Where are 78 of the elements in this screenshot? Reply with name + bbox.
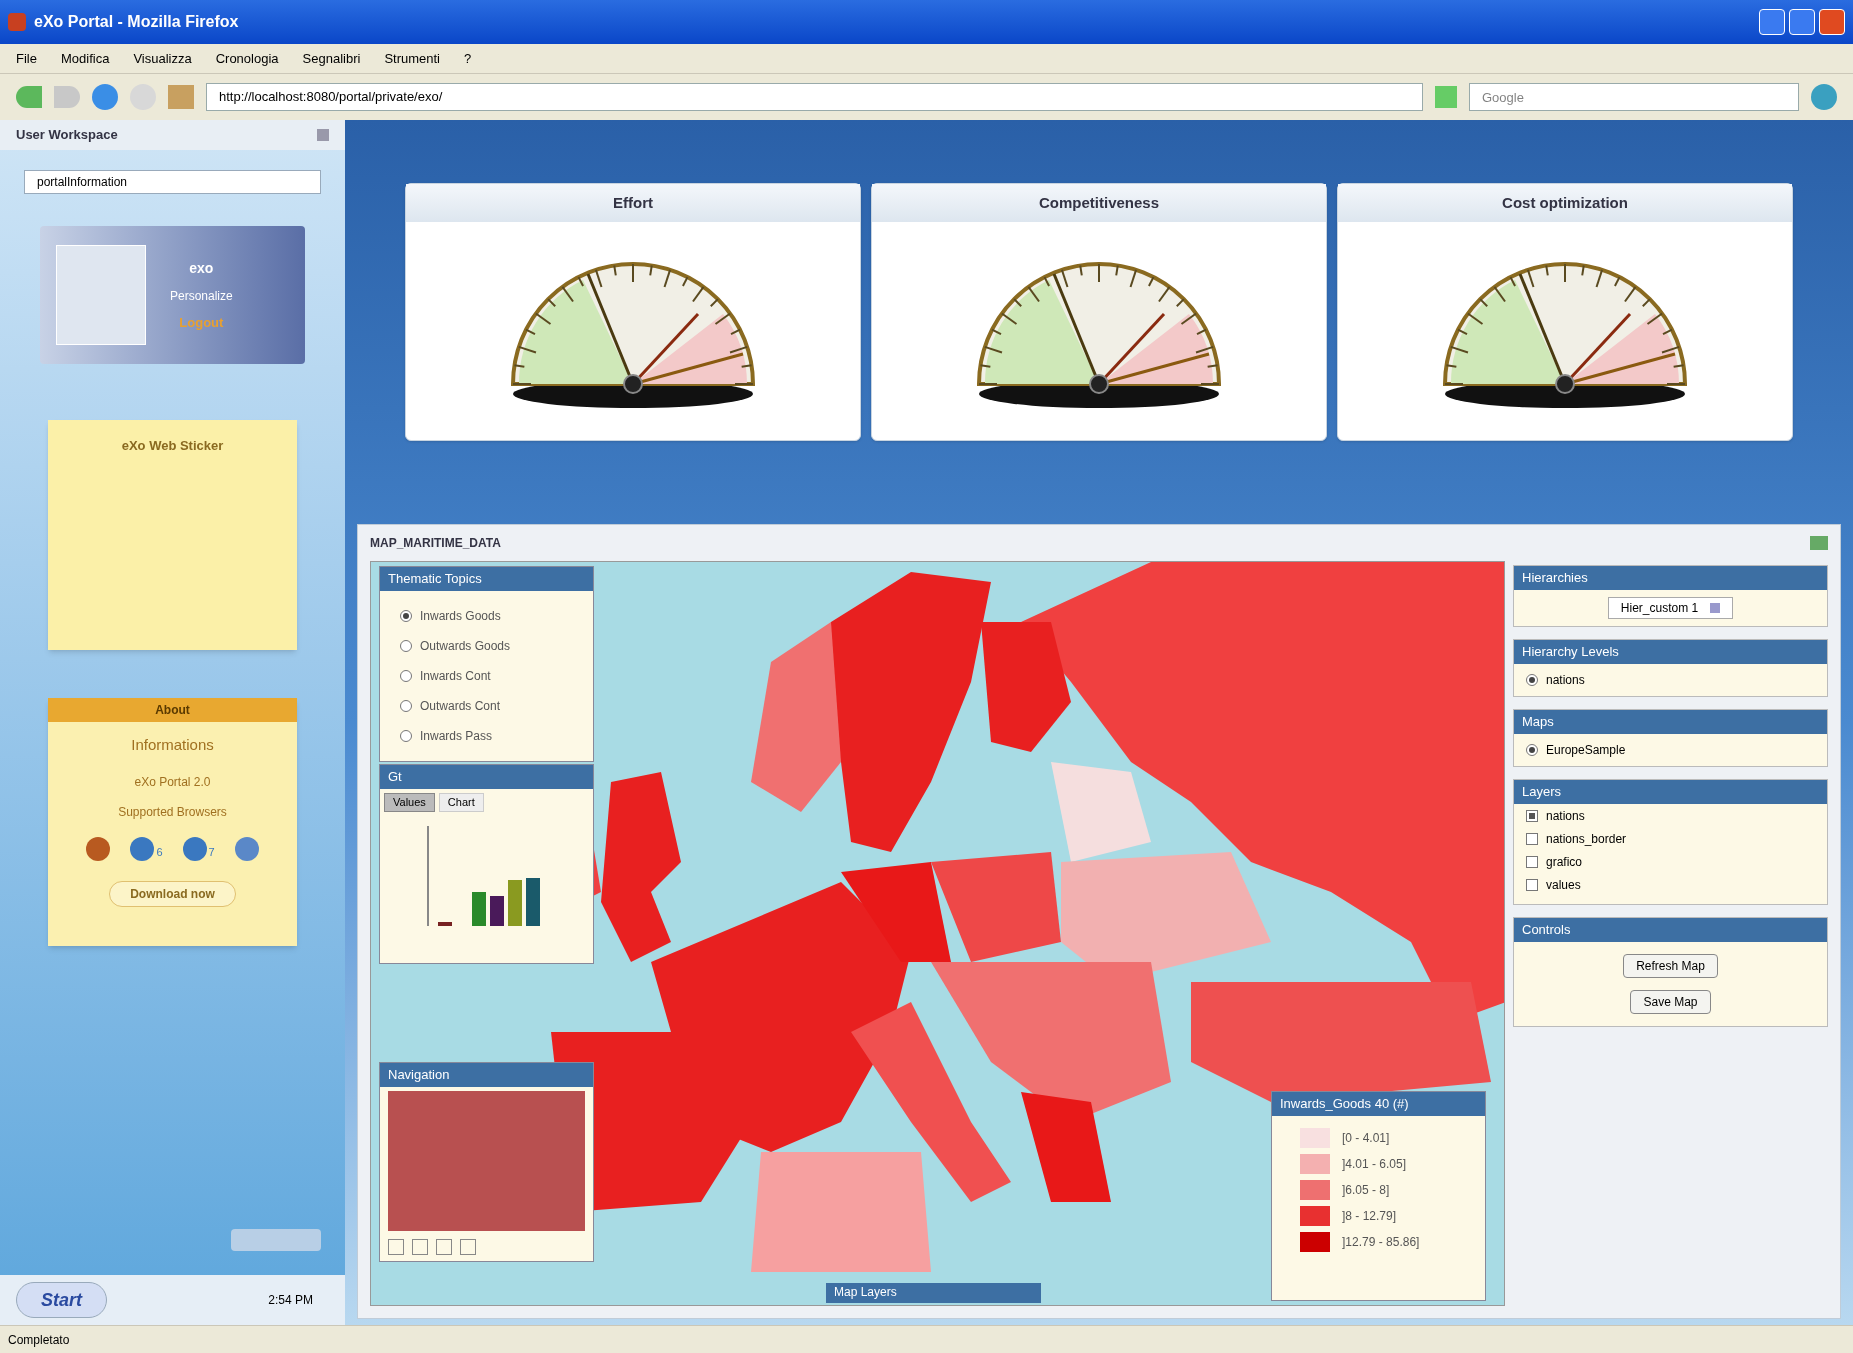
panel-header: Maps — [1514, 710, 1827, 734]
status-text: Completato — [8, 1331, 70, 1349]
menu-item[interactable]: File — [16, 48, 37, 69]
checkbox-label: grafico — [1546, 853, 1583, 871]
panel-header: Hierarchy Levels — [1514, 640, 1827, 664]
panel-header: Controls — [1514, 918, 1827, 942]
menu-item[interactable]: Cronologia — [215, 48, 279, 69]
chart-bar — [526, 877, 540, 926]
map-layers-bar[interactable]: Map Layers — [826, 1283, 1041, 1303]
legend-label: ]4.01 - 6.05] — [1342, 1156, 1407, 1173]
radio-label: nations — [1546, 672, 1585, 689]
version-text: eXo Portal 2.0 — [134, 773, 211, 791]
chart-bar — [490, 895, 504, 926]
close-button[interactable] — [1819, 9, 1845, 35]
checkbox[interactable] — [1526, 832, 1538, 845]
version-number: 7 — [208, 845, 215, 860]
radio-label: Inwards Cont — [420, 668, 491, 685]
panel-header: Layers — [1514, 780, 1827, 804]
user-name: exo — [189, 258, 214, 278]
checkbox-label: values — [1546, 876, 1581, 894]
checkbox[interactable] — [1526, 878, 1538, 891]
panel-header: Thematic Topics — [380, 567, 593, 591]
menu-item[interactable]: Modifica — [60, 48, 110, 69]
download-button[interactable]: Download now — [109, 880, 236, 907]
search-field[interactable]: Google — [1469, 83, 1799, 111]
radio-label: Outwards Goods — [420, 638, 511, 655]
radio-label: EuropeSample — [1546, 742, 1626, 759]
radio-button[interactable] — [400, 640, 412, 652]
hierarchy-select[interactable]: Hier_custom 1 — [1607, 597, 1734, 619]
chart-bar — [438, 921, 452, 926]
menu-item[interactable]: Strumenti — [384, 48, 440, 69]
radio-label: Inwards Pass — [420, 728, 493, 745]
checkbox-label: nations_border — [1546, 830, 1627, 848]
chart-bar — [472, 891, 486, 926]
maximize-button[interactable] — [1789, 9, 1815, 35]
tab[interactable]: Values — [384, 793, 435, 812]
portlet-title: MAP_MARITIME_DATA — [370, 535, 501, 552]
legend-label: ]12.79 - 85.86] — [1342, 1234, 1420, 1251]
info-title: Informations — [131, 735, 214, 755]
radio-button[interactable] — [1526, 674, 1538, 686]
radio-label: Outwards Cont — [420, 698, 501, 715]
map-button[interactable]: Save Map — [1630, 990, 1711, 1014]
start-button[interactable]: Start — [16, 1282, 107, 1318]
page-dropdown[interactable]: portalInformation — [24, 170, 321, 194]
clock: 2:54 PM — [268, 1292, 313, 1309]
panel-header: Gt — [380, 765, 593, 789]
chart-bar — [508, 879, 522, 926]
sticker-title: eXo Web Sticker — [121, 437, 224, 455]
menu-item[interactable]: ? — [464, 48, 472, 69]
address-field[interactable]: http://localhost:8080/portal/private/exo/ — [206, 83, 1423, 111]
minimize-button[interactable] — [1759, 9, 1785, 35]
radio-button[interactable] — [400, 670, 412, 682]
menu-item[interactable]: Visualizza — [133, 48, 192, 69]
version-number: 6 — [156, 845, 163, 860]
checkbox[interactable] — [1526, 855, 1538, 868]
tab[interactable]: Chart — [438, 793, 484, 812]
radio-button[interactable] — [1526, 744, 1538, 756]
panel-header: Inwards_Goods 40 (#) — [1272, 1092, 1485, 1116]
gauge-title: Competitiveness — [872, 184, 1326, 222]
panel-header: Navigation — [380, 1063, 593, 1087]
gauge-title: Effort — [406, 184, 860, 222]
legend-label: [0 - 4.01] — [1342, 1130, 1390, 1147]
sidebar-title: User Workspace — [16, 126, 118, 145]
window-title: eXo Portal - Mozilla Firefox — [34, 12, 239, 32]
panel-header: Hierarchies — [1514, 566, 1827, 590]
checkbox[interactable] — [1526, 809, 1538, 822]
radio-button[interactable] — [400, 610, 412, 622]
legend-label: ]8 - 12.79] — [1342, 1208, 1397, 1225]
radio-button[interactable] — [400, 730, 412, 742]
map-button[interactable]: Refresh Map — [1623, 954, 1718, 978]
menu-item[interactable]: Segnalibri — [302, 48, 361, 69]
checkbox-label: nations — [1546, 807, 1585, 825]
browsers-label: Supported Browsers — [118, 803, 227, 821]
legend-label: ]6.05 - 8] — [1342, 1182, 1390, 1199]
radio-button[interactable] — [400, 700, 412, 712]
info-header: About — [48, 698, 297, 722]
gauge-title: Cost optimization — [1338, 184, 1792, 222]
radio-label: Inwards Goods — [420, 608, 501, 625]
